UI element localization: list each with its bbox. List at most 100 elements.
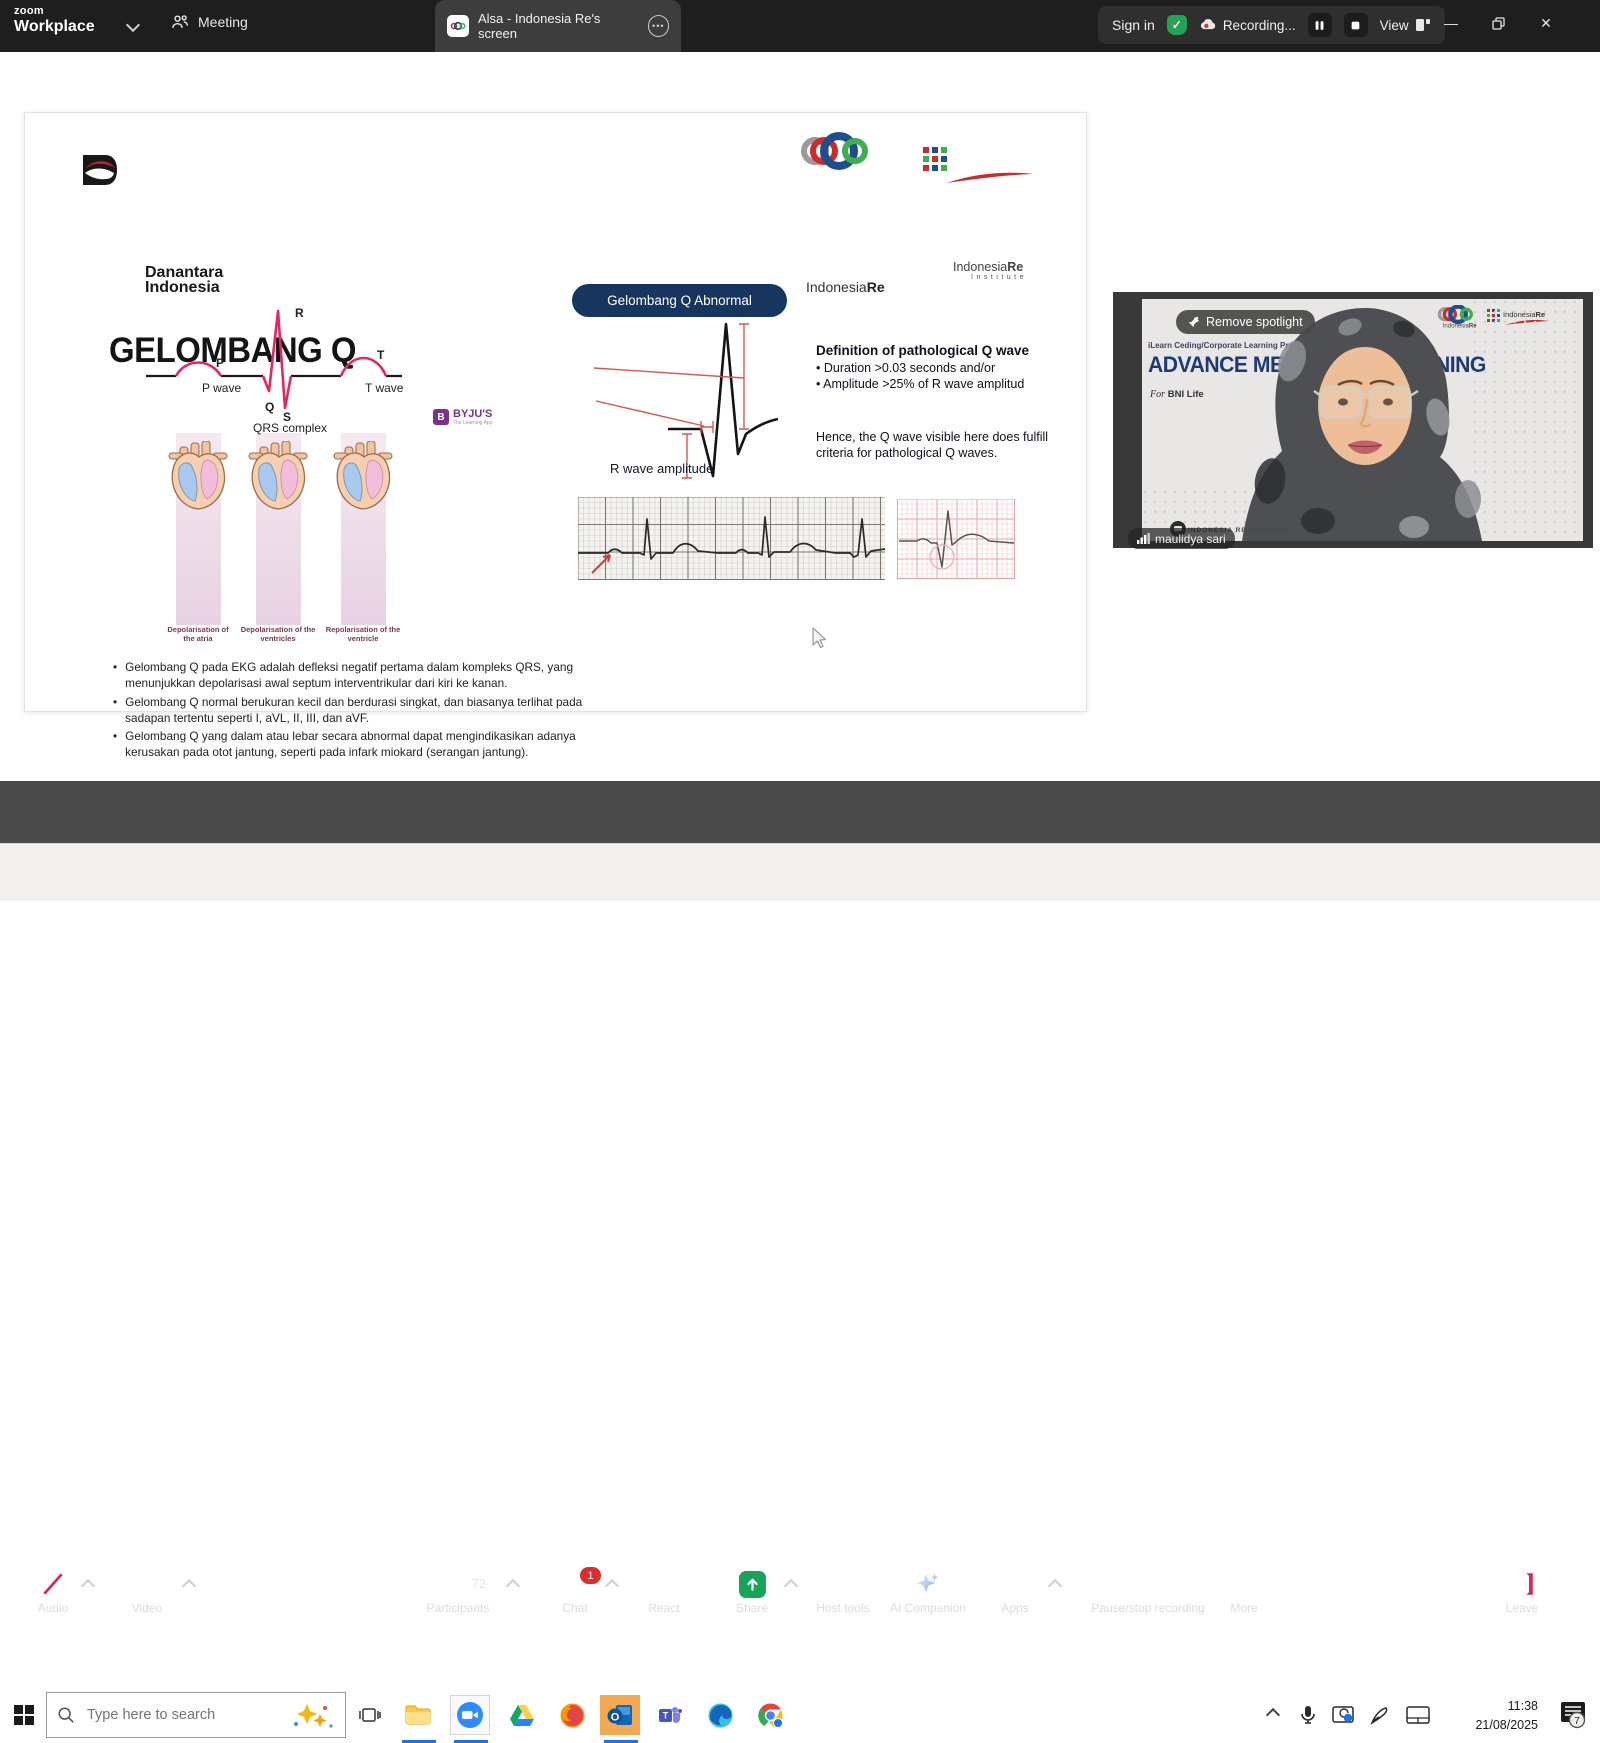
indonesiare-wordmark: IndonesiaRe: [806, 279, 885, 295]
apps-button[interactable]: Apps: [985, 1569, 1045, 1615]
react-label: React: [632, 1601, 696, 1615]
tray-mic-icon[interactable]: [1292, 1695, 1324, 1735]
video-button[interactable]: Video: [116, 1569, 178, 1615]
pause-recording-button[interactable]: [1308, 13, 1332, 37]
pause-recording-toolbar-icon[interactable]: [1121, 1572, 1146, 1597]
security-shield-icon[interactable]: ✓: [1167, 15, 1187, 35]
t-label: T: [377, 348, 384, 362]
speaker-portrait: [1142, 299, 1583, 541]
workplace-text: Workplace: [14, 19, 95, 35]
tray-touchpad-icon[interactable]: [1400, 1695, 1436, 1735]
r-wave-amplitude-label: R wave amplitude: [610, 461, 713, 476]
ai-companion-label: AI Companion: [880, 1601, 976, 1615]
recording-indicator: Recording...: [1199, 18, 1296, 33]
view-button[interactable]: View: [1380, 18, 1431, 33]
close-button[interactable]: ✕: [1531, 10, 1561, 36]
search-input[interactable]: [85, 1706, 249, 1724]
webcam-feed: iLearn Ceding/Corporate Learning Progra …: [1142, 299, 1583, 541]
abnormal-pill: Gelombang Q Abnormal: [572, 284, 787, 317]
edge-icon: [708, 1703, 733, 1728]
zoom-titlebar: zoom Workplace Meeting Alsa - Indonesia …: [0, 0, 1600, 52]
participants-count: 72: [472, 1577, 486, 1591]
react-button[interactable]: React: [632, 1569, 696, 1615]
tab-meeting[interactable]: Meeting: [170, 12, 248, 32]
tray-screenshare-icon[interactable]: [1326, 1695, 1360, 1735]
audio-label: Audio: [22, 1601, 84, 1615]
tray-expand-chevron[interactable]: [1258, 1695, 1288, 1735]
p-label: P: [216, 356, 224, 370]
byjus-logo: B BYJU'SThe Learning App: [433, 409, 492, 426]
bullet-item: •Gelombang Q normal berukuran kecil dan …: [113, 694, 583, 727]
host-tools-button[interactable]: Host tools: [803, 1569, 883, 1615]
pause-stop-recording-control[interactable]: Pause/stop recording: [1070, 1569, 1226, 1615]
titlebar-right-cluster: Sign in ✓ Recording... View: [1098, 6, 1445, 44]
outlook-taskbar-icon[interactable]: O: [600, 1695, 640, 1735]
teams-taskbar-icon[interactable]: T: [650, 1695, 690, 1735]
more-button[interactable]: More: [1212, 1569, 1276, 1615]
task-view-button[interactable]: [350, 1695, 390, 1735]
file-explorer-taskbar-icon[interactable]: [398, 1695, 438, 1735]
zoom-taskbar-icon[interactable]: [450, 1695, 490, 1735]
ai-companion-button[interactable]: AI Companion: [880, 1569, 976, 1615]
institute-swoosh: [945, 171, 1035, 185]
windows-taskbar: O T 11:38 21/08/2025: [0, 843, 1600, 901]
participants-button[interactable]: Participants: [413, 1569, 503, 1615]
meeting-toolbar: Audio Video Participants 72 Chat 1 React: [0, 781, 1600, 843]
spotlight-video-tile[interactable]: iLearn Ceding/Corporate Learning Progra …: [1113, 292, 1593, 548]
ecg-strip-pink: [897, 499, 1015, 579]
q-label: Q: [265, 400, 274, 414]
camera-icon: [116, 1569, 178, 1599]
tray-pen-icon[interactable]: [1362, 1695, 1396, 1735]
folder-icon: [405, 1704, 431, 1726]
maximize-button[interactable]: [1483, 10, 1513, 36]
search-icon: [57, 1706, 75, 1724]
tab-options-ellipsis-icon[interactable]: •••: [648, 15, 669, 37]
taskbar-clock[interactable]: 11:38 21/08/2025: [1448, 1697, 1538, 1735]
byjus-icon: B: [433, 409, 449, 425]
leave-button[interactable]: Leave: [1490, 1569, 1554, 1615]
institute-grid-logo: [923, 147, 949, 173]
search-highlights-sparkle-icon[interactable]: [289, 1700, 335, 1730]
zoom-logo-text: zoom: [14, 6, 95, 17]
zoom-app-icon: [457, 1702, 483, 1728]
video-options-chevron[interactable]: [182, 1579, 196, 1593]
sign-in-button[interactable]: Sign in: [1112, 17, 1155, 33]
share-options-chevron[interactable]: [784, 1579, 798, 1593]
action-center-button[interactable]: 7: [1548, 1695, 1592, 1735]
taskbar-search[interactable]: [46, 1692, 346, 1738]
stop-recording-toolbar-icon[interactable]: [1150, 1572, 1175, 1597]
share-label: Share: [720, 1601, 784, 1615]
chat-options-chevron[interactable]: [605, 1579, 619, 1593]
minimize-button[interactable]: —: [1436, 10, 1466, 36]
view-label: View: [1380, 18, 1409, 33]
remove-spotlight-button[interactable]: Remove spotlight: [1176, 310, 1315, 334]
drive-taskbar-icon[interactable]: [502, 1695, 542, 1735]
apps-options-chevron[interactable]: [1048, 1579, 1062, 1593]
heart-atria-illustration: [165, 441, 231, 511]
participants-options-chevron[interactable]: [506, 1579, 520, 1593]
chrome-icon: [758, 1703, 783, 1728]
firefox-taskbar-icon[interactable]: [552, 1695, 592, 1735]
stop-recording-button[interactable]: [1344, 13, 1368, 37]
share-tab-label: Alsa - Indonesia Re's screen: [478, 11, 639, 41]
start-button[interactable]: [4, 1695, 44, 1735]
share-screen-icon: [739, 1571, 766, 1598]
audio-button[interactable]: Audio: [22, 1569, 84, 1615]
recording-label: Recording...: [1223, 18, 1296, 33]
edge-taskbar-icon[interactable]: [700, 1695, 740, 1735]
share-button[interactable]: Share: [720, 1569, 784, 1615]
bullet-list: •Gelombang Q pada EKG adalah defleksi ne…: [113, 659, 583, 763]
chrome-taskbar-icon[interactable]: [750, 1695, 790, 1735]
apps-icon: [985, 1569, 1045, 1599]
notification-count: 7: [1574, 1716, 1580, 1727]
workspace-chevron-down-icon[interactable]: [126, 18, 140, 32]
danantara-wordmark: DanantaraIndonesia: [145, 265, 223, 295]
clock-date: 21/08/2025: [1448, 1716, 1538, 1735]
google-drive-icon: [510, 1704, 534, 1726]
more-label: More: [1212, 1601, 1276, 1615]
shield-icon: [803, 1569, 883, 1599]
leave-icon: [1490, 1569, 1554, 1599]
people-icon: [170, 12, 190, 32]
tab-screen-share[interactable]: Alsa - Indonesia Re's screen •••: [435, 0, 681, 52]
outlook-icon: O: [607, 1703, 633, 1727]
